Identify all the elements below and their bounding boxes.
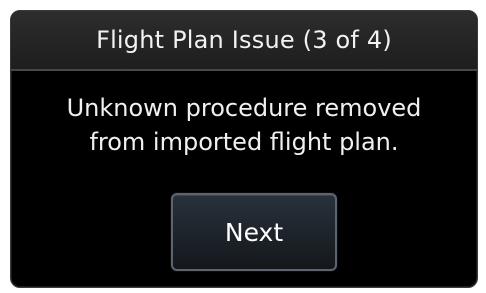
message-line-2: from imported flight plan.: [89, 128, 399, 156]
dialog-message: Unknown procedure removed from imported …: [11, 91, 477, 159]
flight-plan-issue-dialog: Flight Plan Issue (3 of 4) Unknown proce…: [10, 10, 478, 288]
dialog-title-bar: Flight Plan Issue (3 of 4): [11, 11, 477, 71]
next-button[interactable]: Next: [171, 193, 337, 271]
message-line-1: Unknown procedure removed: [66, 94, 422, 122]
next-button-label: Next: [224, 217, 284, 247]
dialog-title: Flight Plan Issue (3 of 4): [96, 26, 392, 54]
